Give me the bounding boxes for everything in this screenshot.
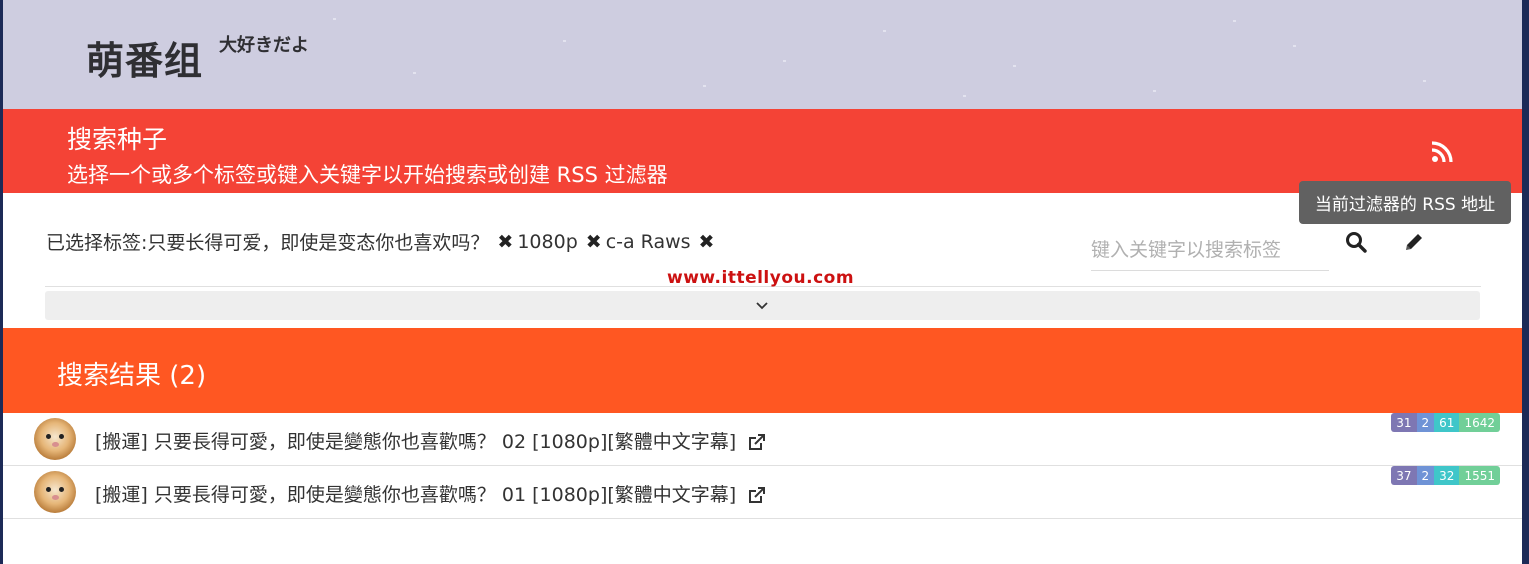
page-frame: 萌番组 大好きだよ 搜索种子 选择一个或多个标签或键入关键字以开始搜索或创建 R… bbox=[3, 0, 1522, 564]
stat-badge: 2 bbox=[1416, 466, 1435, 485]
torrent-title-text[interactable]: [搬運] 只要長得可愛，即使是變態你也喜歡嗎？ 02 [1080p][繁體中文字… bbox=[95, 431, 736, 453]
remove-tag-icon[interactable]: ✖ bbox=[699, 231, 715, 253]
rss-tooltip: 当前过滤器的 RSS 地址 bbox=[1299, 181, 1511, 224]
stat-badge: 32 bbox=[1434, 466, 1460, 485]
site-logo[interactable]: 萌番组 bbox=[86, 30, 203, 85]
stat-badge: 2 bbox=[1416, 413, 1435, 432]
pencil-icon[interactable] bbox=[1403, 231, 1425, 253]
results-header: 搜索结果 (2) bbox=[3, 328, 1522, 413]
search-title: 搜索种子 bbox=[67, 125, 168, 154]
stat-badge: 1551 bbox=[1459, 466, 1500, 485]
selected-tags: 已选择标签: 只要长得可爱，即使是变态你也喜欢吗？ ✖ 1080p ✖ c-a … bbox=[46, 228, 718, 255]
search-icon[interactable] bbox=[1345, 231, 1367, 253]
torrent-stats: 31 2 61 1642 bbox=[1391, 413, 1500, 432]
search-header: 搜索种子 选择一个或多个标签或键入关键字以开始搜索或创建 RSS 过滤器 bbox=[3, 109, 1522, 193]
keyword-search-input[interactable] bbox=[1091, 230, 1329, 271]
stat-badge: 61 bbox=[1434, 413, 1460, 432]
selected-tag: c-a Raws bbox=[605, 230, 691, 253]
selected-tag: 只要长得可爱，即使是变态你也喜欢吗？ bbox=[147, 232, 490, 254]
torrent-row[interactable]: [搬運] 只要長得可愛，即使是變態你也喜歡嗎？ 02 [1080p][繁體中文字… bbox=[3, 413, 1522, 466]
site-logo-subtitle: 大好きだよ bbox=[219, 35, 309, 56]
watermark-text: www.ittellyou.com bbox=[667, 268, 855, 288]
expand-filters-bar[interactable] bbox=[45, 291, 1480, 320]
external-link-icon[interactable] bbox=[748, 434, 766, 451]
external-link-icon[interactable] bbox=[748, 487, 766, 504]
stat-badge: 37 bbox=[1391, 466, 1417, 485]
selected-tag-item: ✖ c-a Raws bbox=[586, 231, 691, 253]
torrent-title-text[interactable]: [搬運] 只要長得可愛，即使是變態你也喜歡嗎？ 01 [1080p][繁體中文字… bbox=[95, 484, 736, 506]
stat-badge: 31 bbox=[1391, 413, 1417, 432]
chevron-down-icon bbox=[756, 302, 768, 310]
stat-badge: 1642 bbox=[1459, 413, 1500, 432]
selected-tag: 1080p bbox=[517, 230, 578, 253]
site-banner: 萌番组 大好きだよ bbox=[3, 0, 1522, 109]
remove-tag-icon[interactable]: ✖ bbox=[586, 231, 602, 253]
selected-tag-item: ✖ bbox=[699, 231, 719, 253]
team-avatar[interactable] bbox=[34, 471, 76, 513]
results-title: 搜索结果 (2) bbox=[57, 361, 207, 391]
torrent-title[interactable]: [搬運] 只要長得可愛，即使是變態你也喜歡嗎？ 02 [1080p][繁體中文字… bbox=[95, 427, 766, 454]
rss-icon[interactable] bbox=[1431, 141, 1453, 163]
torrent-title[interactable]: [搬運] 只要長得可愛，即使是變態你也喜歡嗎？ 01 [1080p][繁體中文字… bbox=[95, 480, 766, 507]
search-description: 选择一个或多个标签或键入关键字以开始搜索或创建 RSS 过滤器 bbox=[67, 163, 668, 187]
selected-tags-label: 已选择标签: bbox=[46, 232, 148, 254]
torrent-row[interactable]: [搬運] 只要長得可愛，即使是變態你也喜歡嗎？ 01 [1080p][繁體中文字… bbox=[3, 466, 1522, 519]
team-avatar[interactable] bbox=[34, 418, 76, 460]
remove-tag-icon[interactable]: ✖ bbox=[497, 231, 513, 253]
selected-tag-item: ✖ 1080p bbox=[497, 231, 577, 253]
torrent-stats: 37 2 32 1551 bbox=[1391, 466, 1500, 485]
